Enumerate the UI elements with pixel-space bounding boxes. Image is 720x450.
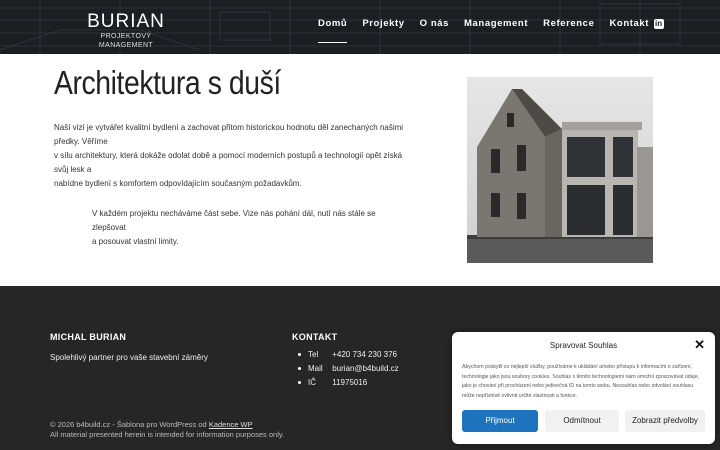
quote-line: a posouvat vlastní limity.	[92, 237, 179, 246]
logo-subtitle: PROJEKTOVÝ MANAGEMENT	[98, 33, 154, 49]
contact-label: Mail	[308, 364, 323, 373]
main-navigation: Domů Projekty O nás Management Reference…	[318, 18, 664, 43]
contact-phone: Tel +420 734 230 376	[298, 348, 399, 362]
kadence-link[interactable]: Kadence WP	[209, 420, 253, 429]
site-logo[interactable]: BURIAN PROJEKTOVÝ MANAGEMENT	[78, 12, 174, 50]
deny-button[interactable]: Odmítnout	[545, 410, 619, 432]
contact-mail: Mail burian@b4build.cz	[298, 362, 399, 376]
consent-title: Spravovat Souhlas	[549, 341, 618, 350]
intro-line: v sílu architektury, která dokáže odolat…	[54, 151, 403, 174]
consent-line: může nepříznivě ovlivnit určité vlastnos…	[462, 392, 578, 399]
disclaimer: All material presented herein is intende…	[50, 430, 285, 439]
intro-line: Naší vizí je vytvářet kvalitní bydlení a…	[54, 123, 404, 146]
nav-item-reference[interactable]: Reference	[543, 18, 594, 33]
contact-label: Tel	[308, 350, 319, 359]
contact-ic: IČ 11975016	[298, 376, 399, 390]
nav-item-o-nas[interactable]: O nás	[420, 18, 449, 33]
nav-item-projekty[interactable]: Projekty	[362, 18, 404, 33]
contact-label: IČ	[308, 378, 316, 387]
logo-name: BURIAN	[87, 11, 165, 32]
copyright-text: © 2026 b4build.cz - Šablona pro WordPres…	[50, 420, 207, 429]
consent-line: Abychom poskytli co nejlepší služby, pou…	[462, 364, 692, 370]
quote-paragraph: V každém projektu necháváme část sebe. V…	[92, 207, 382, 249]
nav-item-kontakt[interactable]: Kontakt	[609, 18, 649, 33]
linkedin-icon[interactable]: in	[654, 19, 664, 29]
consent-line: technologie jako jsou soubory cookies. S…	[462, 373, 700, 380]
nav-item-domu[interactable]: Domů	[318, 18, 348, 43]
nav-item-management[interactable]: Management	[464, 18, 528, 33]
accept-button[interactable]: Přijmout	[462, 410, 538, 432]
footer-tagline: Spolehlivý partner pro vaše stavební zám…	[50, 353, 208, 362]
consent-text: Abychom poskytli co nejlepší služby, pou…	[462, 363, 708, 401]
preferences-button[interactable]: Zobrazit předvolby	[625, 410, 705, 432]
quote-line: V každém projektu necháváme část sebe. V…	[92, 209, 376, 232]
house-photo	[467, 77, 653, 263]
contact-value[interactable]: +420 734 230 376	[332, 350, 397, 359]
page-title: Architektura s duší	[54, 64, 281, 101]
intro-paragraph: Naší vizí je vytvářet kvalitní bydlení a…	[54, 121, 414, 191]
consent-line: jako je chování při procházení nebo jedi…	[462, 383, 694, 389]
footer-contact-heading: KONTAKT	[292, 332, 338, 342]
contact-value: 11975016	[332, 378, 368, 387]
contact-value[interactable]: burian@b4build.cz	[332, 364, 398, 373]
footer-company-heading: MICHAL BURIAN	[50, 332, 127, 342]
cookie-consent-dialog: Spravovat Souhlas ✕ Abychom poskytli co …	[452, 332, 715, 444]
intro-line: nabídne bydlení s komfortem odpovídající…	[54, 179, 302, 188]
site-header: BURIAN PROJEKTOVÝ MANAGEMENT Domů Projek…	[0, 0, 720, 54]
close-icon[interactable]: ✕	[694, 338, 705, 351]
contact-list: Tel +420 734 230 376 Mail burian@b4build…	[298, 348, 399, 390]
copyright: © 2026 b4build.cz - Šablona pro WordPres…	[50, 420, 284, 440]
